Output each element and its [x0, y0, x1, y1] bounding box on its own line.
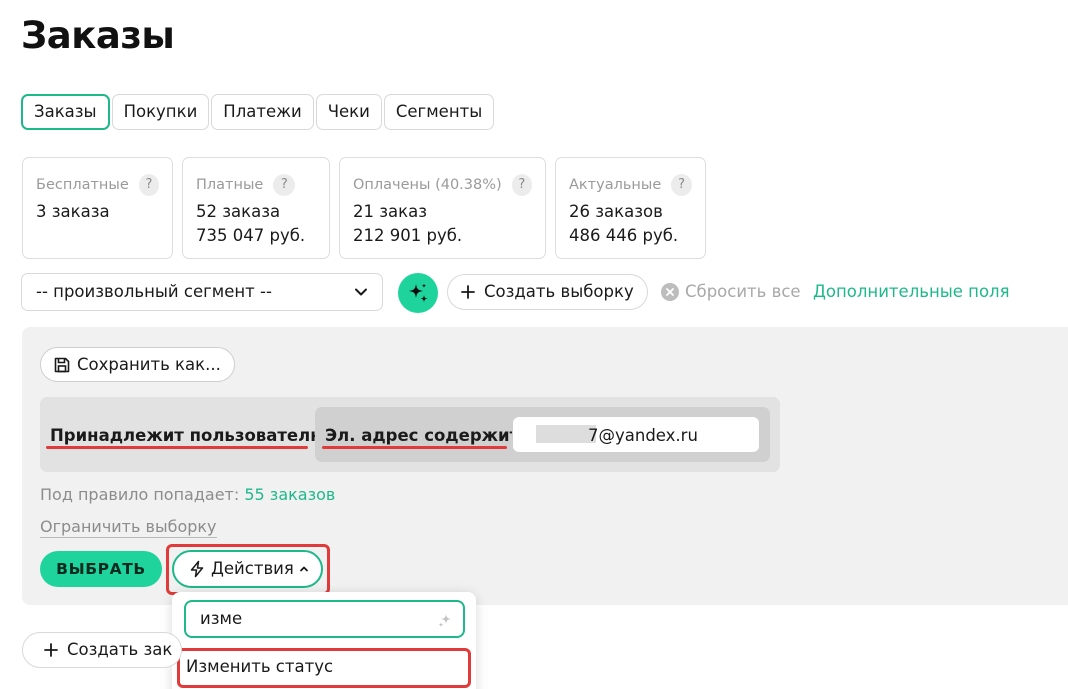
stat-card-paid-off: Оплачены (40.38%) ? 21 заказ 212 901 руб…	[339, 157, 546, 259]
select-button[interactable]: ВЫБРАТЬ	[40, 551, 162, 587]
chevron-down-icon	[355, 288, 367, 296]
highlight-box	[166, 544, 330, 595]
stat-count: 21 заказ	[353, 202, 427, 221]
actions-search-input[interactable]: изме	[184, 600, 465, 638]
stat-card-free: Бесплатные ? 3 заказа	[22, 157, 173, 259]
help-icon[interactable]: ?	[273, 174, 296, 196]
plus-icon	[44, 643, 58, 657]
stat-card-actual: Актуальные ? 26 заказов 486 446 руб.	[555, 157, 706, 259]
create-button[interactable]: Создать зак	[22, 632, 182, 668]
create-label: Создать зак	[67, 640, 173, 659]
plus-icon	[461, 285, 475, 299]
segment-select[interactable]: -- произвольный сегмент --	[21, 273, 383, 311]
reset-all-button[interactable]: Сбросить все	[661, 282, 801, 301]
stat-count: 3 заказа	[36, 202, 110, 221]
stat-label: Платные	[196, 177, 264, 193]
tab-segments[interactable]: Сегменты	[383, 94, 495, 130]
stat-label: Актуальные	[569, 177, 662, 193]
help-icon[interactable]: ?	[511, 174, 532, 196]
stat-count: 26 заказов	[569, 202, 663, 221]
page-title: Заказы	[21, 14, 175, 57]
limit-selection-link[interactable]: Ограничить выборку	[40, 517, 217, 538]
sparkle-icon	[409, 283, 428, 303]
highlight-underline	[322, 446, 507, 449]
stat-card-paid: Платные ? 52 заказа 735 047 руб.	[182, 157, 330, 259]
tabs: Заказы Покупки Платежи Чеки Сегменты	[21, 94, 495, 130]
save-as-label: Сохранить как...	[77, 355, 221, 374]
stats-cards: Бесплатные ? 3 заказа Платные ? 52 заказ…	[22, 157, 706, 259]
create-selection-button[interactable]: Создать выборку	[447, 274, 648, 310]
sparkle-icon[interactable]	[437, 612, 453, 628]
stat-label: Оплачены (40.38%)	[353, 177, 502, 193]
segment-select-value: -- произвольный сегмент --	[36, 282, 272, 301]
actions-search-value: изме	[200, 609, 243, 628]
ai-assistant-button[interactable]	[398, 273, 438, 313]
stat-count: 52 заказа	[196, 202, 281, 221]
tab-payments[interactable]: Платежи	[211, 94, 314, 130]
floppy-disk-icon	[54, 357, 70, 372]
stat-sum: 486 446 руб.	[569, 226, 679, 245]
email-input-value: 7@yandex.ru	[588, 426, 698, 445]
save-as-button[interactable]: Сохранить как...	[40, 347, 235, 382]
close-circle-icon	[661, 282, 679, 301]
tab-orders[interactable]: Заказы	[21, 94, 110, 130]
help-icon[interactable]: ?	[138, 174, 159, 196]
redacted-text	[536, 425, 596, 443]
highlight-underline	[46, 446, 308, 449]
match-summary: Под правило попадает: 55 заказов	[40, 485, 335, 504]
stat-sum: 212 901 руб.	[353, 226, 463, 245]
tab-purchases[interactable]: Покупки	[111, 94, 210, 130]
match-count-link[interactable]: 55 заказов	[244, 485, 335, 504]
highlight-box	[177, 648, 471, 688]
create-selection-label: Создать выборку	[484, 282, 634, 301]
help-icon[interactable]: ?	[671, 174, 692, 196]
reset-all-label: Сбросить все	[685, 282, 801, 301]
tab-receipts[interactable]: Чеки	[315, 94, 382, 130]
stat-sum: 735 047 руб.	[196, 226, 306, 245]
rule-condition-email[interactable]: Эл. адрес содержит	[325, 426, 519, 445]
stat-label: Бесплатные	[36, 177, 129, 193]
match-label: Под правило попадает:	[40, 485, 240, 504]
rule-condition-user[interactable]: Принадлежит пользователю	[50, 426, 326, 445]
extra-fields-link[interactable]: Дополнительные поля	[813, 282, 1010, 301]
